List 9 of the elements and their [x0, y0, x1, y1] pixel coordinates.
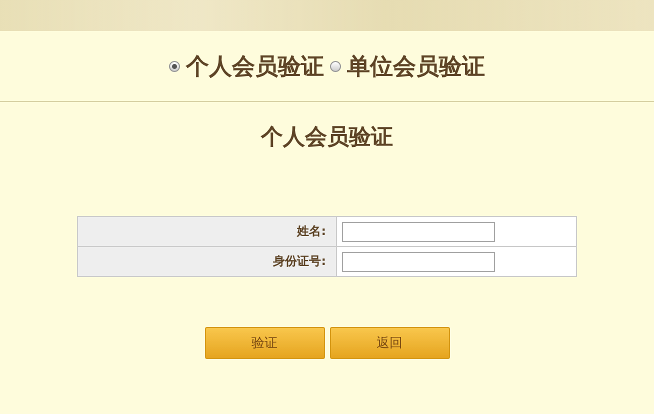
field-label: 姓名: — [78, 216, 336, 246]
radio-button[interactable] — [169, 60, 180, 72]
field-label: 身份证号: — [78, 246, 336, 276]
action-button[interactable]: 返回 — [330, 327, 450, 359]
page-heading: 个人会员验证 — [260, 124, 394, 152]
input-field[interactable] — [342, 252, 495, 272]
radio-button[interactable] — [330, 60, 341, 72]
action-button[interactable]: 验证 — [204, 327, 324, 359]
input-field[interactable] — [342, 222, 495, 242]
